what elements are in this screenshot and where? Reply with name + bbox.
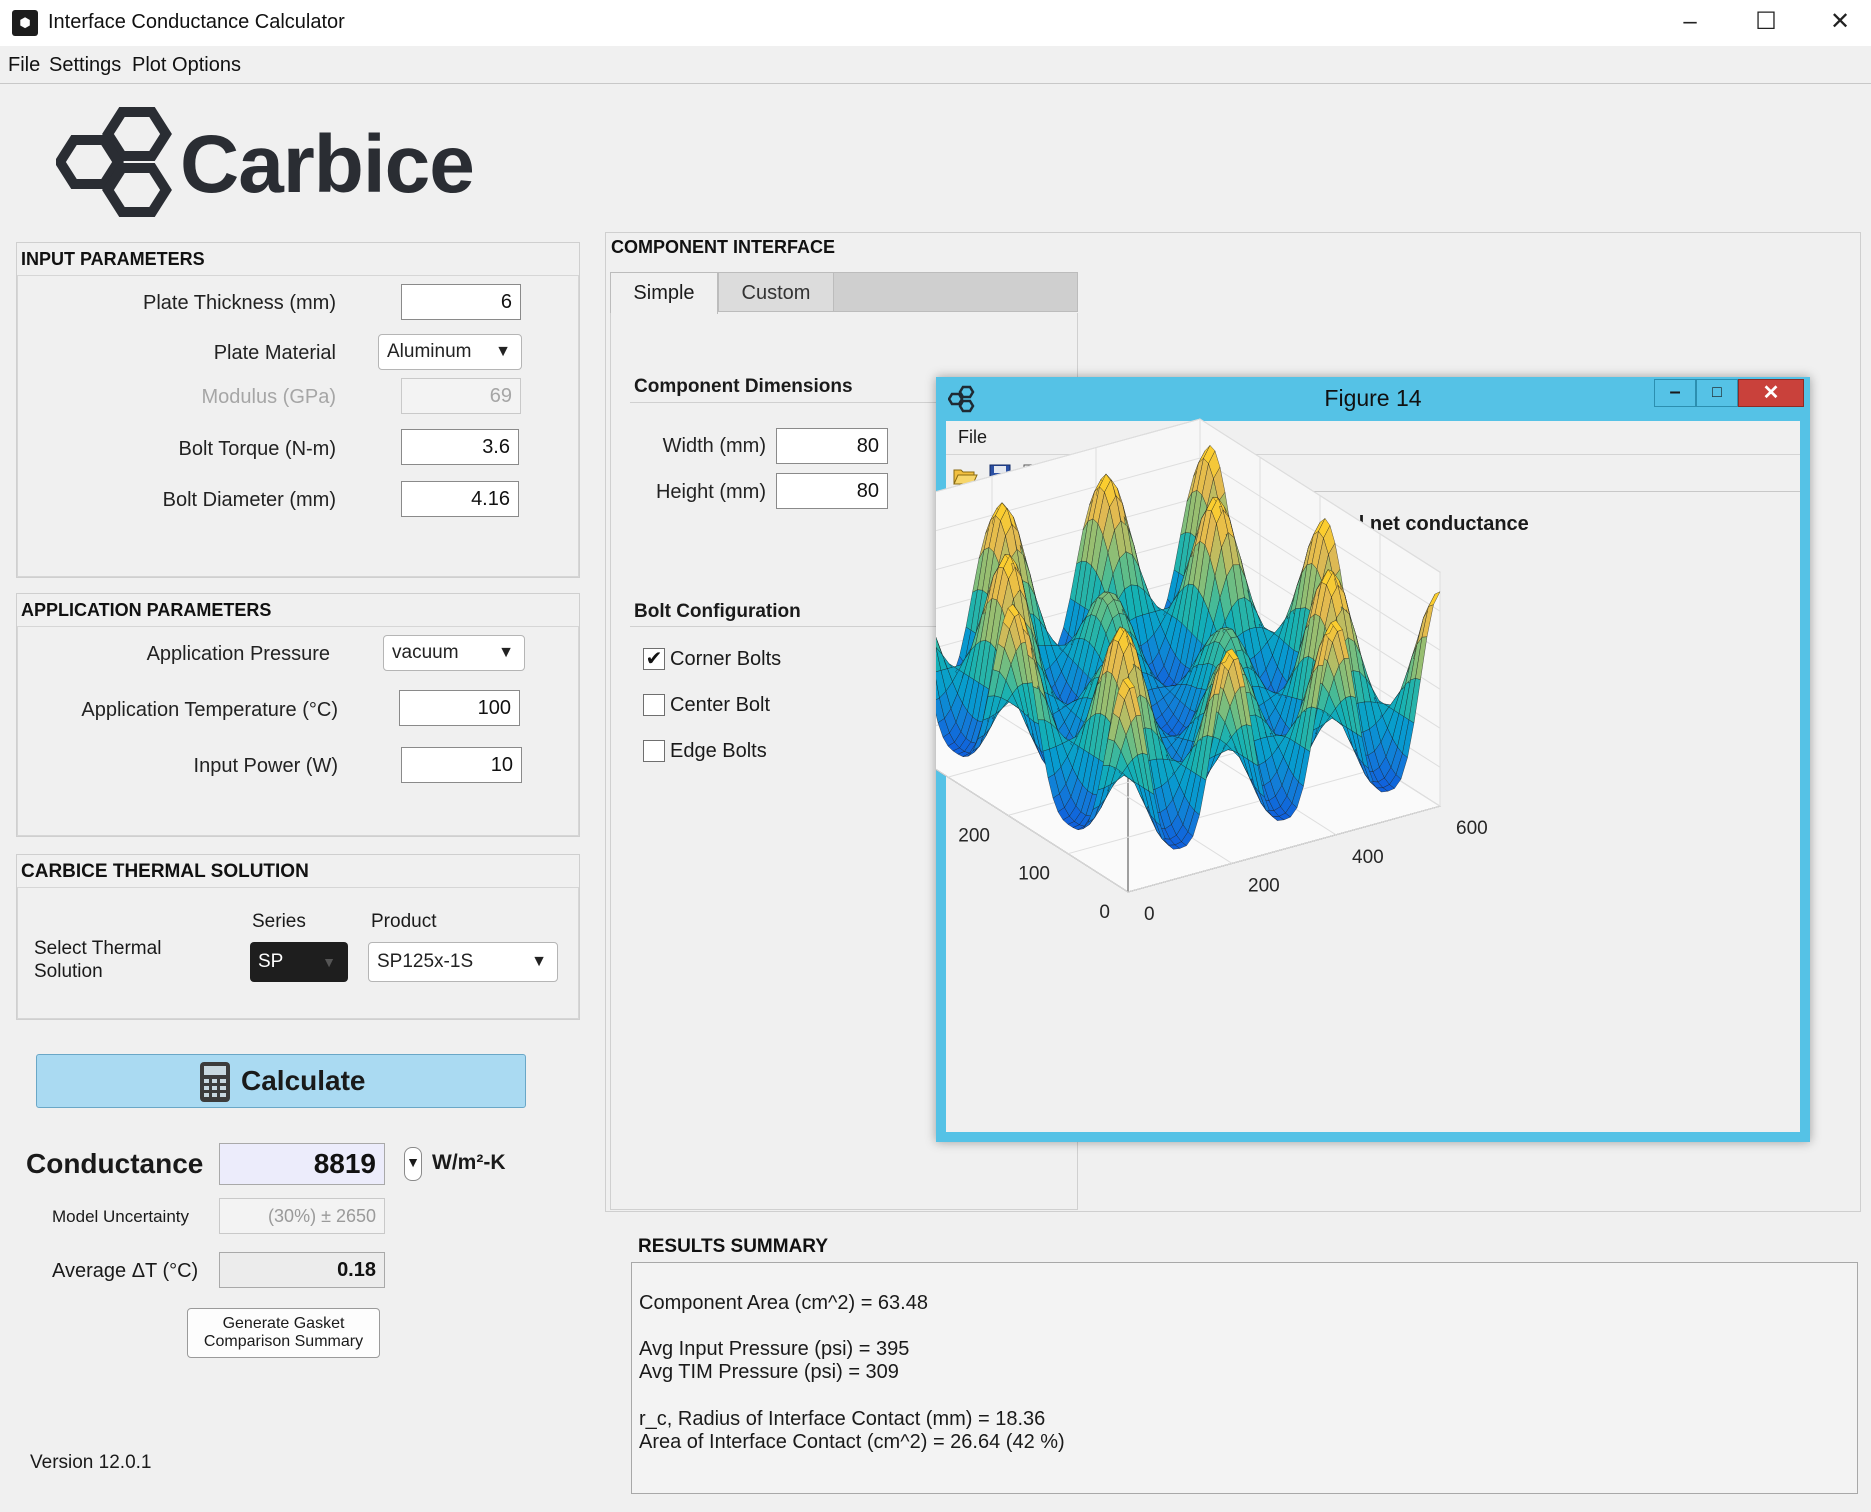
component-dimensions-title: Component Dimensions (634, 376, 853, 397)
bolt-torque-input[interactable]: 3.6 (401, 429, 519, 465)
select-thermal-label-2: Solution (34, 961, 103, 982)
bolt-diameter-input[interactable]: 4.16 (401, 481, 519, 517)
input-parameters-body (17, 275, 579, 577)
unit-toggle-chevron-icon[interactable]: ▼ (404, 1147, 422, 1181)
plate-material-select[interactable]: Aluminum ▼ (378, 334, 522, 370)
results-summary-box: Component Area (cm^2) = 63.48 Avg Input … (631, 1262, 1858, 1494)
menu-bar (0, 46, 1871, 84)
y-tick-label: 200 (958, 825, 990, 846)
carbice-logo-icon: ⬢ (12, 10, 38, 36)
select-thermal-label-1: Select Thermal (34, 938, 162, 959)
summary-component-area: Component Area (cm^2) = 63.48 (639, 1292, 928, 1314)
input-parameters-title: INPUT PARAMETERS (21, 249, 205, 269)
conductance-label: Conductance (26, 1148, 204, 1179)
conductance-value: 8819 (219, 1143, 385, 1185)
thermal-solution-panel: CARBICE THERMAL SOLUTION (16, 854, 580, 1020)
bolt-diameter-label: Bolt Diameter (mm) (162, 489, 336, 511)
height-input[interactable]: 80 (776, 473, 888, 509)
input-power-input[interactable]: 10 (401, 747, 522, 783)
chevron-down-icon: ▼ (322, 954, 336, 970)
component-interface-title: COMPONENT INTERFACE (611, 237, 836, 257)
width-input[interactable]: 80 (776, 428, 888, 464)
menu-plot-options[interactable]: Plot Options (132, 54, 241, 77)
series-select[interactable]: SP ▼ (250, 942, 348, 982)
application-temperature-input[interactable]: 100 (399, 690, 520, 726)
y-tick-label: 0 (1099, 902, 1110, 923)
corner-bolts-checkbox[interactable]: ✔ (643, 648, 665, 670)
calculate-button[interactable]: Calculate (36, 1054, 526, 1108)
bolt-configuration-title: Bolt Configuration (634, 601, 801, 622)
summary-area-contact: Area of Interface Contact (cm^2) = 26.64… (639, 1431, 1065, 1453)
maximize-icon[interactable]: ☐ (1728, 0, 1804, 44)
menu-file[interactable]: File (8, 54, 40, 77)
gasket-button-line-1: Generate Gasket (222, 1315, 345, 1332)
version-label: Version 12.0.1 (30, 1452, 152, 1473)
surface-plot: 0200040006000800010000120000100200300400… (936, 418, 1488, 925)
chevron-down-icon: ▼ (498, 644, 514, 661)
title-bar: ⬢ Interface Conductance Calculator – ☐ ✕ (0, 0, 1871, 46)
tab-simple[interactable]: Simple (610, 272, 718, 314)
chevron-down-icon: ▼ (531, 953, 547, 970)
product-label: Product (371, 911, 437, 932)
close-icon[interactable]: ✕ (1802, 0, 1871, 44)
x-tick-label: 400 (1352, 847, 1384, 868)
center-bolt-label: Center Bolt (670, 694, 771, 716)
gasket-button-line-2: Comparison Summary (203, 1333, 364, 1350)
plate-material-value: Aluminum (387, 341, 472, 362)
plate-thickness-label: Plate Thickness (mm) (142, 292, 336, 314)
height-label: Height (mm) (655, 481, 766, 503)
modulus-input: 69 (401, 378, 521, 414)
carbice-hexagon-logo-icon (56, 107, 172, 217)
modulus-label: Modulus (GPa) (201, 386, 337, 408)
bolt-torque-label: Bolt Torque (N-m) (178, 438, 336, 460)
x-tick-label: 0 (1144, 904, 1155, 925)
thermal-solution-title: CARBICE THERMAL SOLUTION (21, 861, 309, 882)
generate-gasket-button[interactable]: Generate Gasket Comparison Summary (187, 1308, 380, 1358)
edge-bolts-checkbox[interactable] (643, 740, 665, 762)
application-pressure-select[interactable]: vacuum ▼ (383, 635, 525, 671)
summary-radius-contact: r_c, Radius of Interface Contact (mm) = … (639, 1408, 1046, 1430)
calculator-icon (200, 1062, 230, 1102)
y-tick-label: 100 (1018, 864, 1050, 885)
tab-custom[interactable]: Custom (718, 272, 834, 312)
series-value: SP (258, 951, 284, 972)
application-temperature-label: Application Temperature (°C) (81, 699, 338, 721)
calculate-label: Calculate (241, 1065, 366, 1096)
model-uncertainty-label: Model Uncertainty (52, 1207, 190, 1226)
plate-thickness-input[interactable]: 6 (401, 284, 521, 320)
center-bolt-checkbox[interactable] (643, 694, 665, 716)
average-delta-t-value: 0.18 (219, 1252, 385, 1288)
application-pressure-value: vacuum (392, 642, 459, 663)
menu-settings[interactable]: Settings (49, 54, 121, 77)
application-parameters-title: APPLICATION PARAMETERS (21, 600, 272, 620)
summary-avg-input-pressure: Avg Input Pressure (psi) = 395 (639, 1338, 910, 1360)
series-label: Series (252, 911, 306, 932)
summary-avg-tim-pressure: Avg TIM Pressure (psi) = 309 (639, 1361, 899, 1383)
chevron-down-icon: ▼ (495, 343, 511, 360)
width-label: Width (mm) (662, 435, 766, 457)
plate-material-label: Plate Material (213, 342, 336, 364)
window-title: Interface Conductance Calculator (48, 11, 345, 33)
application-pressure-label: Application Pressure (146, 643, 330, 665)
product-value: SP125x-1S (377, 951, 474, 972)
input-power-label: Input Power (W) (193, 755, 338, 777)
results-summary-title: RESULTS SUMMARY (638, 1236, 828, 1257)
x-tick-label: 200 (1248, 875, 1280, 896)
carbice-logo-text: Carbice (180, 119, 475, 210)
minimize-icon[interactable]: – (1652, 0, 1728, 44)
edge-bolts-label: Edge Bolts (670, 740, 767, 762)
x-tick-label: 600 (1456, 818, 1488, 839)
product-select[interactable]: SP125x-1S ▼ (368, 942, 558, 982)
conductance-unit: W/m²-K (432, 1151, 506, 1174)
corner-bolts-label: Corner Bolts (670, 648, 782, 670)
average-delta-t-label: Average ΔT (°C) (52, 1260, 199, 1282)
model-uncertainty-value: (30%) ± 2650 (219, 1198, 385, 1234)
